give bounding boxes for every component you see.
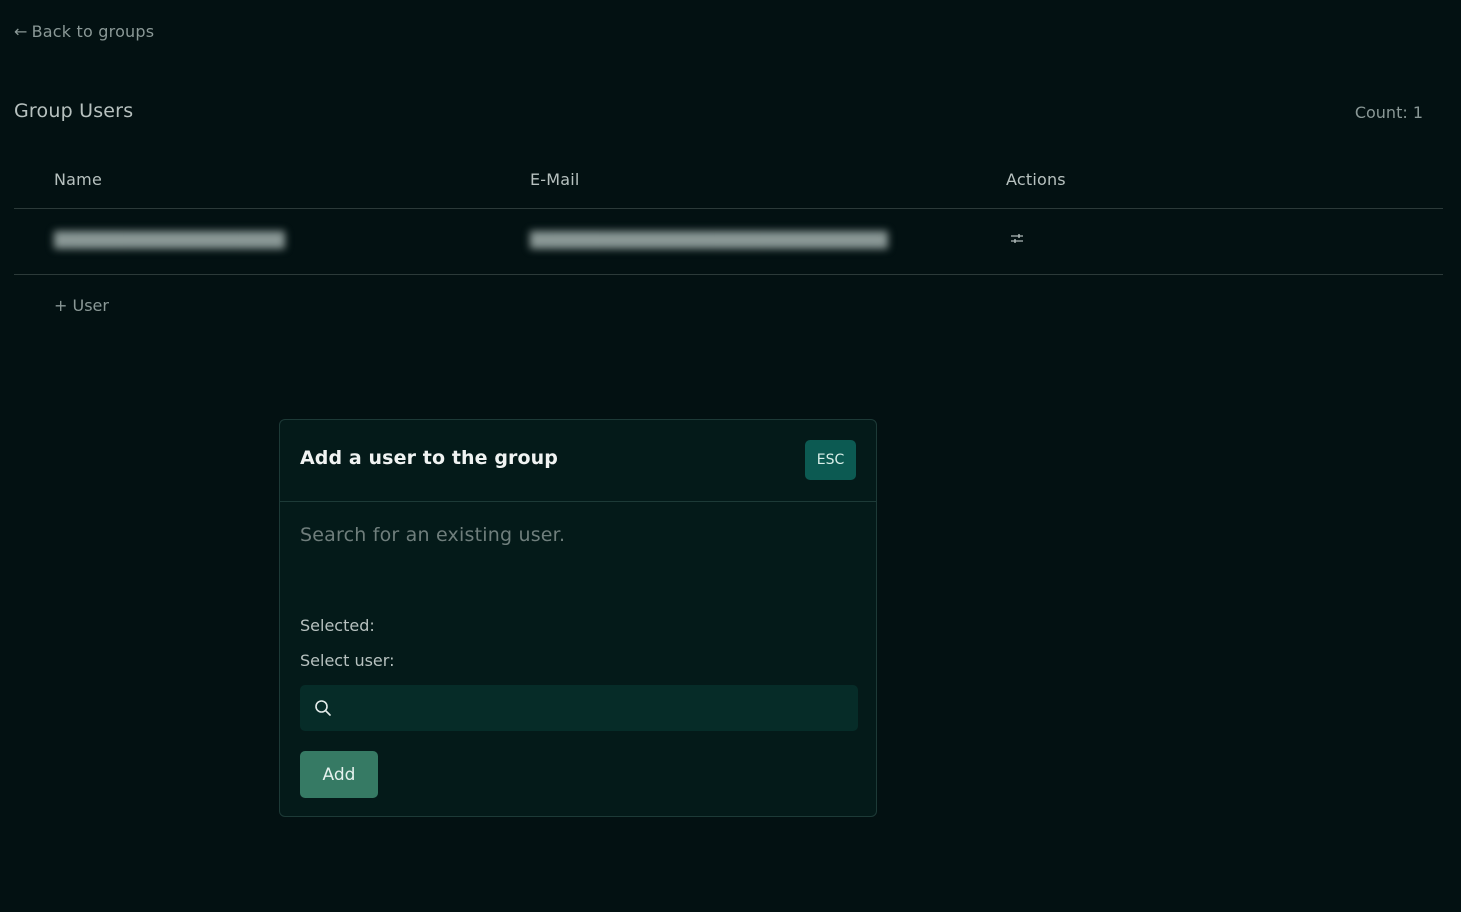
add-user-link[interactable]: + User [54,296,109,315]
selected-label: Selected: [300,616,375,635]
back-arrow-icon: ← [14,22,28,41]
page-title: Group Users [14,100,134,122]
column-header-name: Name [54,169,103,189]
close-modal-button[interactable]: ESC [805,440,856,480]
user-name-cell: ████████████████████ [54,231,285,249]
add-button[interactable]: Add [300,751,378,798]
group-users-page: ← Back to groups Group Users Count: 1 Nam… [0,0,1461,912]
column-header-actions: Actions [1006,169,1066,189]
user-email-cell: ███████████████████████████████ [530,231,888,249]
select-user-label: Select user: [300,651,395,670]
user-search-input[interactable] [332,684,858,732]
modal-title: Add a user to the group [300,447,558,469]
search-icon [314,699,332,717]
sliders-icon[interactable] [1009,231,1025,247]
modal-description: Search for an existing user. [300,524,566,546]
back-link-label: Back to groups [31,22,155,41]
table-row: ████████████████████ ███████████████████… [14,209,1443,275]
column-header-email: E-Mail [530,169,580,189]
back-to-groups-link[interactable]: ← Back to groups [14,22,154,41]
add-user-modal: Add a user to the group ESC Search for a… [279,419,877,817]
user-count: Count: 1 [1354,103,1423,122]
group-users-table: Name E-Mail Actions ████████████████████… [14,150,1443,275]
table-header: Name E-Mail Actions [14,150,1443,209]
modal-header: Add a user to the group ESC [280,420,876,502]
user-search-field[interactable] [300,684,858,732]
